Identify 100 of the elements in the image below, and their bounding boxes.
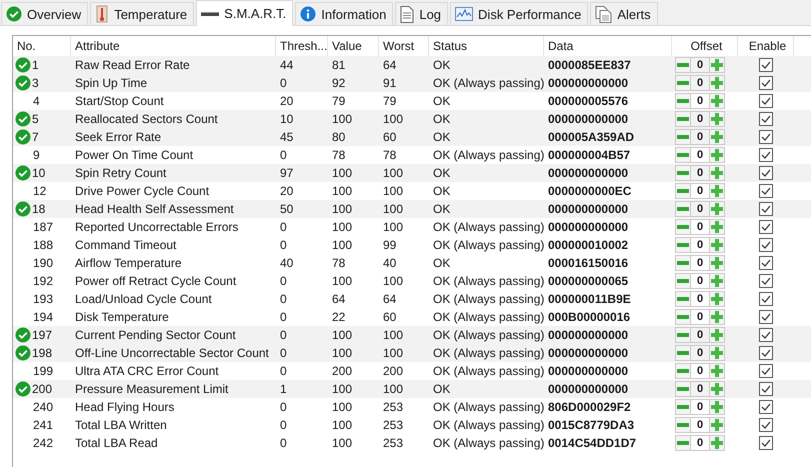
tab[interactable]: Temperature: [90, 2, 194, 25]
table-row[interactable]: 10 Spin Retry Count 97 100 100 OK 000000000000 0: [13, 164, 811, 182]
enable-checkbox[interactable]: [759, 202, 773, 216]
increase-button[interactable]: [709, 57, 725, 73]
decrease-button[interactable]: [675, 309, 691, 325]
decrease-button[interactable]: [675, 399, 691, 415]
enable-checkbox[interactable]: [759, 292, 773, 306]
decrease-button[interactable]: [675, 111, 691, 127]
plus-icon: [711, 239, 723, 251]
table-cell: 22: [332, 310, 346, 324]
enable-checkbox[interactable]: [759, 400, 773, 414]
decrease-button[interactable]: [675, 165, 691, 181]
increase-button[interactable]: [709, 417, 725, 433]
table-cell: 100: [332, 382, 352, 396]
increase-button[interactable]: [709, 399, 725, 415]
decrease-button[interactable]: [675, 417, 691, 433]
table-row[interactable]: 1 Raw Read Error Rate 44 81 64 OK 0000085EE837 0: [13, 56, 811, 74]
enable-checkbox[interactable]: [759, 346, 773, 360]
increase-button[interactable]: [709, 327, 725, 343]
tab[interactable]: Information: [295, 2, 394, 25]
decrease-button[interactable]: [675, 183, 691, 199]
enable-checkbox[interactable]: [759, 274, 773, 288]
decrease-button[interactable]: [675, 327, 691, 343]
decrease-button[interactable]: [675, 93, 691, 109]
increase-button[interactable]: [709, 147, 725, 163]
table-cell: Drive Power Cycle Count: [75, 184, 210, 198]
table-cell: 100: [332, 328, 352, 342]
table-cell: 100: [383, 220, 404, 234]
tab[interactable]: Disk Performance: [450, 2, 588, 25]
increase-button[interactable]: [709, 75, 725, 91]
table-row[interactable]: 200 Pressure Measurement Limit 1 100 100 OK 000000000000 0: [13, 380, 811, 398]
tab[interactable]: Log: [395, 2, 448, 25]
enable-checkbox[interactable]: [759, 364, 773, 378]
table-row[interactable]: 18 Head Health Self Assessment 50 100 100 OK 000000000000 0: [13, 200, 811, 218]
enable-checkbox[interactable]: [759, 418, 773, 432]
table-row[interactable]: 5 Reallocated Sectors Count 10 100 100 OK 000000000000 0: [13, 110, 811, 128]
enable-checkbox[interactable]: [759, 76, 773, 90]
decrease-button[interactable]: [675, 147, 691, 163]
enable-checkbox[interactable]: [759, 436, 773, 450]
increase-button[interactable]: [709, 165, 725, 181]
table-row[interactable]: 3 Spin Up Time 0 92 91 OK (Always passing) 000000000000 0: [13, 74, 811, 92]
increase-button[interactable]: [709, 237, 725, 253]
decrease-button[interactable]: [675, 57, 691, 73]
increase-button[interactable]: [709, 345, 725, 361]
table-cell: 100: [332, 184, 352, 198]
increase-button[interactable]: [709, 273, 725, 289]
decrease-button[interactable]: [675, 345, 691, 361]
enable-checkbox[interactable]: [759, 238, 773, 252]
enable-checkbox[interactable]: [759, 328, 773, 342]
decrease-button[interactable]: [675, 291, 691, 307]
enable-checkbox[interactable]: [759, 256, 773, 270]
enable-checkbox[interactable]: [759, 130, 773, 144]
decrease-button[interactable]: [675, 273, 691, 289]
decrease-button[interactable]: [675, 255, 691, 271]
increase-button[interactable]: [709, 309, 725, 325]
increase-button[interactable]: [709, 381, 725, 397]
increase-button[interactable]: [709, 363, 725, 379]
table-cell: 80: [332, 130, 346, 144]
enable-checkbox[interactable]: [759, 382, 773, 396]
decrease-button[interactable]: [675, 381, 691, 397]
decrease-button[interactable]: [675, 201, 691, 217]
plus-icon: [711, 203, 723, 215]
tab[interactable]: Overview: [1, 2, 88, 25]
decrease-button[interactable]: [675, 237, 691, 253]
table-row[interactable]: 7 Seek Error Rate 45 80 60 OK 000005A359AD 0: [13, 128, 811, 146]
table-cell: 000000000065: [548, 274, 628, 288]
table-cell: OK (Always passing): [433, 148, 544, 162]
table-cell: Total LBA Written: [75, 418, 167, 432]
enable-checkbox[interactable]: [759, 310, 773, 324]
increase-button[interactable]: [709, 219, 725, 235]
enable-checkbox[interactable]: [759, 58, 773, 72]
decrease-button[interactable]: [675, 75, 691, 91]
decrease-button[interactable]: [675, 129, 691, 145]
table-cell: 0014C54DD1D7: [548, 436, 636, 450]
table-cell: 190: [33, 256, 54, 270]
increase-button[interactable]: [709, 183, 725, 199]
enable-checkbox[interactable]: [759, 166, 773, 180]
table-cell: Spin Up Time: [75, 76, 148, 90]
decrease-button[interactable]: [675, 435, 691, 451]
table-cell: 0: [280, 292, 287, 306]
increase-button[interactable]: [709, 201, 725, 217]
table-row[interactable]: 198 Off-Line Uncorrectable Sector Count 0 100 100 OK (Always passing) 000000000000 0: [13, 344, 811, 362]
enable-checkbox[interactable]: [759, 112, 773, 126]
increase-button[interactable]: [709, 255, 725, 271]
table-row[interactable]: 197 Current Pending Sector Count 0 100 100 OK (Always passing) 000000000000 0: [13, 326, 811, 344]
enable-checkbox[interactable]: [759, 94, 773, 108]
table-cell: 240: [33, 400, 54, 414]
increase-button[interactable]: [709, 129, 725, 145]
enable-checkbox[interactable]: [759, 220, 773, 234]
tab[interactable]: Alerts: [590, 2, 658, 25]
increase-button[interactable]: [709, 435, 725, 451]
enable-checkbox[interactable]: [759, 184, 773, 198]
enable-checkbox[interactable]: [759, 148, 773, 162]
table-cell: 78: [383, 148, 396, 162]
tab[interactable]: S.M.A.R.T.: [196, 0, 294, 26]
increase-button[interactable]: [709, 291, 725, 307]
increase-button[interactable]: [709, 93, 725, 109]
decrease-button[interactable]: [675, 363, 691, 379]
decrease-button[interactable]: [675, 219, 691, 235]
increase-button[interactable]: [709, 111, 725, 127]
